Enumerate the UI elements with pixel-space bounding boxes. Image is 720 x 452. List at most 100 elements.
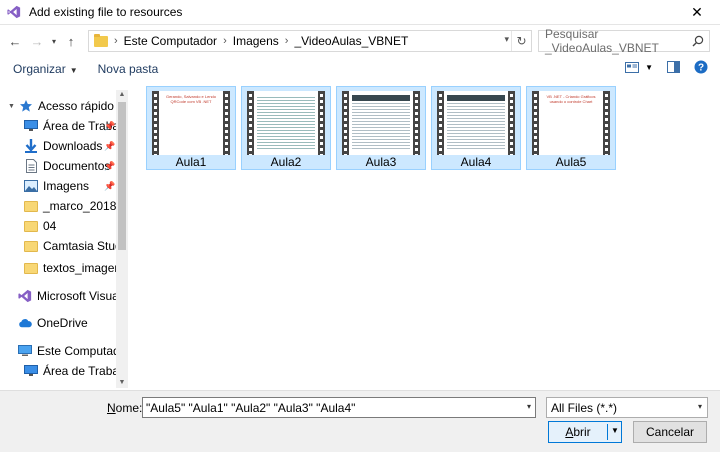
nav-scrollbar[interactable]: ▲ ▼ [116,90,128,388]
scroll-thumb[interactable] [118,102,126,250]
nav-item-onedrive[interactable]: OneDrive [18,313,88,333]
back-button[interactable]: ← [4,30,26,52]
caret-down-icon: ▼ [69,66,78,75]
new-folder-button[interactable]: Nova pasta [88,62,169,76]
arrow-up-icon: ↑ [67,33,75,49]
change-view-button[interactable]: ▼ [625,61,653,73]
nav-item-microsoft-visual-studio[interactable]: Microsoft Visual S [18,286,128,306]
search-placeholder: Pesquisar _VideoAulas_VBNET [545,27,659,55]
view-icon [625,61,640,73]
document-icon [24,159,38,173]
file-item-aula5[interactable]: VB .NET - Criando Gráficos usando o cont… [526,86,616,170]
search-input[interactable]: Pesquisar _VideoAulas_VBNET [538,27,710,55]
nav-item-area-de-trabalho-2[interactable]: Área de Trabalho [24,361,128,381]
folder-icon [94,33,108,47]
toolbar: Organizar ▼ Nova pasta ▼ ? [0,58,720,80]
nav-item-label: _marco_2018 [43,199,117,213]
file-list[interactable]: Gerando, Salvando e Lendo QRCode com VB … [138,84,720,388]
file-type-select[interactable]: All Files (*.*) ▾ [546,397,708,418]
cloud-icon [18,316,32,330]
nav-item-camtasia-studio[interactable]: Camtasia Studio [24,236,128,256]
video-thumbnail [342,91,420,155]
chevron-down-icon[interactable]: ▾ [504,34,509,45]
file-name-label: Nome: [107,401,143,415]
chevron-down-icon[interactable]: ▾ [527,402,531,411]
nav-item-acesso-rapido[interactable]: ▼ Acesso rápido [8,96,114,116]
up-button[interactable]: ↑ [60,30,82,52]
arrow-left-icon: ← [8,33,22,49]
file-type-value: All Files (*.*) [551,400,618,415]
nav-item-documentos[interactable]: Documentos [24,156,110,176]
breadcrumb-este-computador[interactable]: Este Computador [124,34,217,48]
nav-item-label: Documentos [43,159,111,173]
file-name-input[interactable]: "Aula5" "Aula1" "Aula2" "Aula3" "Aula4" … [142,397,536,418]
thumbnail-text: Gerando, Salvando e Lendo QRCode com VB … [165,94,217,104]
folder-icon [24,219,38,233]
file-item-aula1[interactable]: Gerando, Salvando e Lendo QRCode com VB … [146,86,236,170]
file-label: Aula1 [175,155,207,169]
close-icon: ✕ [691,4,703,20]
nav-item-downloads[interactable]: Downloads [24,136,102,156]
file-label: Aula2 [270,155,302,169]
chevron-down-icon[interactable]: ▼ [8,103,15,110]
pin-icon: 📌 [104,121,116,131]
file-item-aula4[interactable]: Aula4 [431,86,521,170]
file-item-aula3[interactable]: Aula3 [336,86,426,170]
desktop-icon [24,364,38,378]
breadcrumb-videoaulas[interactable]: _VideoAulas_VBNET [294,34,408,48]
nav-item-label: Este Computador [37,344,128,358]
video-thumbnail [247,91,325,155]
caret-down-icon: ▼ [645,62,653,72]
video-thumbnail: VB .NET - Criando Gráficos usando o cont… [532,91,610,155]
chevron-down-icon: ▾ [51,36,56,46]
refresh-icon[interactable]: ↻ [511,31,531,51]
window-title: Add existing file to resources [29,5,183,19]
nav-item-label: textos_imagens [43,261,128,275]
address-row: ← → ▾ ↑ › Este Computador › Imagens › _V… [0,26,720,56]
visual-studio-icon [18,289,32,303]
arrow-right-icon: → [30,33,44,49]
file-item-aula2[interactable]: Aula2 [241,86,331,170]
nav-item-marco-2018[interactable]: _marco_2018 [24,196,116,216]
forward-button[interactable]: → [26,30,48,52]
nav-item-textos-imagens[interactable]: textos_imagens [24,258,127,278]
nav-item-label: Microsoft Visual S [37,289,128,303]
nav-item-label: Downloads [43,139,103,153]
address-bar[interactable]: › Este Computador › Imagens › _VideoAula… [88,30,532,52]
computer-icon [18,344,32,358]
nav-item-label: OneDrive [37,316,88,330]
open-button[interactable]: Abrir ▼ [548,421,622,443]
nav-item-imagens[interactable]: Imagens [24,176,89,196]
chevron-down-icon[interactable]: ▾ [698,402,702,411]
video-thumbnail: Gerando, Salvando e Lendo QRCode com VB … [152,91,230,155]
organize-button[interactable]: Organizar ▼ [3,62,88,76]
navigation-pane[interactable]: ▼ Acesso rápido Área de Traba 📌 Download… [0,90,128,388]
close-button[interactable]: ✕ [674,0,720,25]
folder-icon [24,261,38,275]
bottom-panel: Nome: "Aula5" "Aula1" "Aula2" "Aula3" "A… [0,390,720,452]
desktop-icon [24,119,38,133]
help-icon[interactable]: ? [694,60,708,74]
star-icon [19,99,33,113]
download-icon [24,139,38,153]
thumbnail-text: VB .NET - Criando Gráficos usando o cont… [546,94,596,104]
nav-item-este-computador[interactable]: Este Computador [18,341,128,361]
visual-studio-icon [7,5,21,19]
nav-item-label: Imagens [43,179,90,193]
svg-text:?: ? [698,63,704,74]
file-label: Aula5 [555,155,587,169]
chevron-right-icon[interactable]: › [285,35,289,47]
scroll-up-icon[interactable]: ▲ [116,90,128,100]
breadcrumb-imagens[interactable]: Imagens [233,34,279,48]
chevron-right-icon[interactable]: › [114,35,118,47]
scroll-down-icon[interactable]: ▼ [116,378,128,388]
search-icon [692,35,704,47]
nav-item-label: Acesso rápido [37,99,114,113]
image-icon [24,179,38,193]
caret-down-icon[interactable]: ▼ [611,426,619,435]
nav-item-04[interactable]: 04 [24,216,56,236]
cancel-button[interactable]: Cancelar [633,421,707,443]
chevron-right-icon[interactable]: › [223,35,227,47]
recent-locations-button[interactable]: ▾ [48,30,60,52]
preview-pane-icon[interactable] [667,61,680,73]
